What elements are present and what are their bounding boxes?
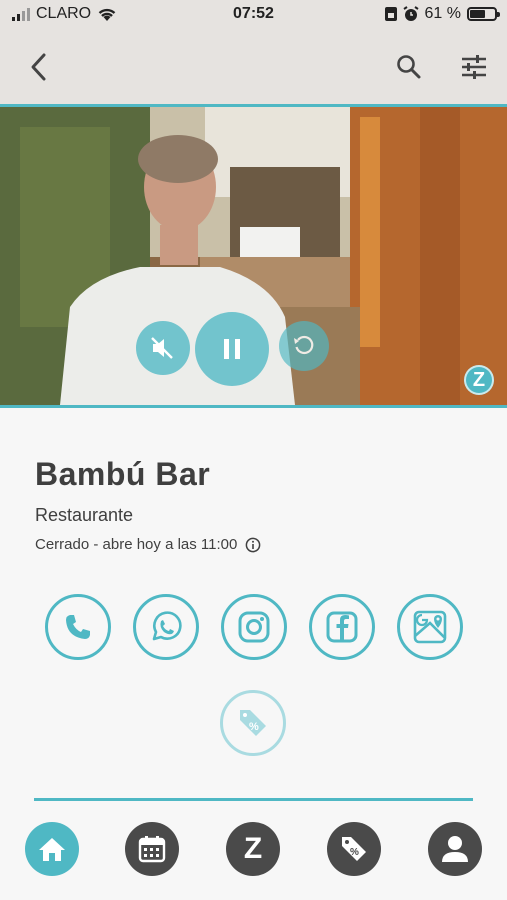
volume-off-icon — [151, 337, 173, 359]
info-icon[interactable] — [245, 537, 261, 553]
app-bar — [0, 30, 507, 104]
z-logo-icon: Z — [243, 832, 263, 865]
nav-home[interactable] — [25, 822, 79, 876]
brand-badge: Z — [464, 365, 494, 395]
home-icon — [39, 838, 65, 861]
nav-promotions[interactable]: % — [327, 822, 381, 876]
whatsapp-button[interactable] — [133, 594, 199, 660]
sliders-icon — [462, 55, 486, 79]
battery-percentage: 61 % — [424, 5, 461, 22]
video-player[interactable]: Z — [0, 104, 507, 408]
phone-icon — [66, 615, 90, 639]
nav-z-home[interactable]: Z — [226, 822, 280, 876]
business-name: Bambú Bar — [35, 456, 211, 492]
whatsapp-icon — [152, 611, 182, 641]
search-icon — [397, 55, 421, 79]
calendar-icon — [138, 836, 166, 863]
svg-text:%: % — [350, 847, 359, 858]
search-button[interactable] — [390, 48, 428, 86]
back-button[interactable] — [20, 48, 58, 86]
facebook-button[interactable] — [309, 594, 375, 660]
bottom-navigation: Z % — [0, 822, 507, 878]
google-maps-button[interactable] — [397, 594, 463, 660]
alarm-icon — [402, 6, 419, 21]
business-info: Bambú Bar Restaurante Cerrado - abre hoy… — [35, 456, 261, 553]
replay-button[interactable] — [279, 321, 329, 371]
business-category: Restaurante — [35, 505, 134, 525]
mute-button[interactable] — [136, 321, 190, 375]
replay-icon — [294, 335, 314, 355]
promotions-button[interactable]: % — [220, 690, 286, 756]
filter-button[interactable] — [455, 48, 493, 86]
status-right: 61 % — [384, 5, 500, 23]
lock-rotation-icon — [384, 7, 397, 21]
user-icon — [442, 836, 468, 862]
contact-actions — [0, 594, 507, 664]
status-bar: CLARO 07:52 61 % — [0, 0, 507, 30]
battery-icon — [467, 7, 500, 21]
business-hours: Cerrado - abre hoy a las 11:00 — [35, 536, 261, 553]
chevron-left-icon — [31, 53, 46, 81]
instagram-button[interactable] — [221, 594, 287, 660]
instagram-icon — [238, 611, 270, 643]
section-divider — [34, 798, 473, 801]
hours-text: Cerrado - abre hoy a las 11:00 — [35, 536, 238, 553]
google-maps-icon — [413, 610, 447, 644]
facebook-icon — [326, 611, 358, 643]
battery-fill — [470, 10, 485, 18]
discount-tag-icon: % — [342, 837, 366, 861]
nav-profile[interactable] — [428, 822, 482, 876]
phone-button[interactable] — [45, 594, 111, 660]
svg-text:%: % — [249, 721, 259, 733]
pause-icon — [224, 339, 240, 359]
discount-tag-icon: % — [240, 710, 266, 736]
nav-calendar[interactable] — [125, 822, 179, 876]
pause-button[interactable] — [195, 312, 269, 386]
